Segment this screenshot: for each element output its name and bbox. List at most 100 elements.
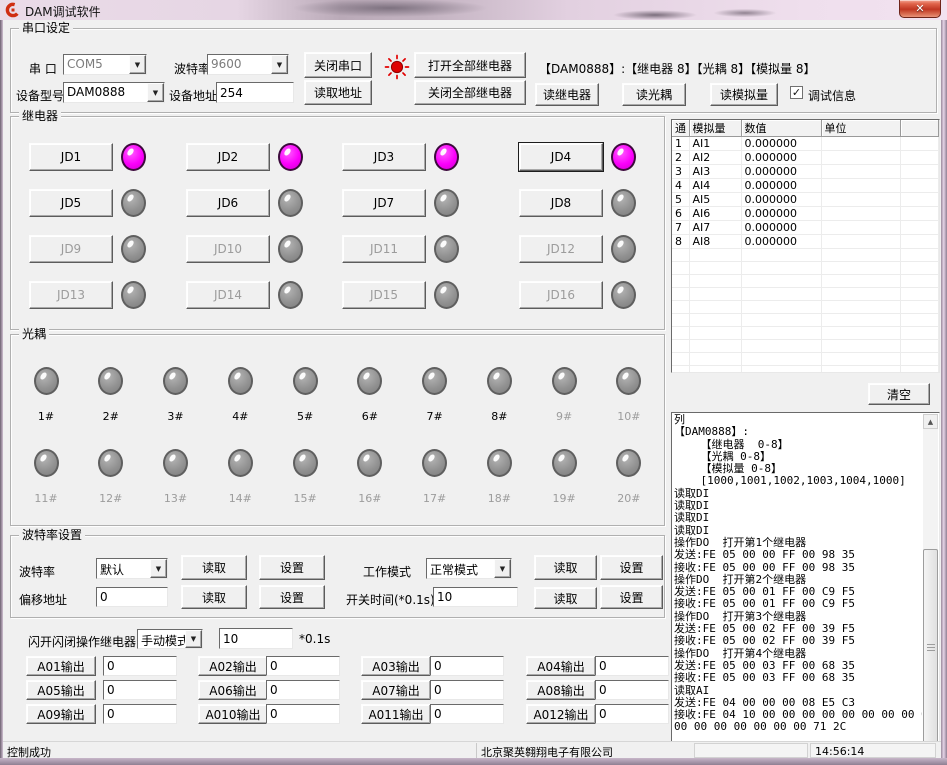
analog-row[interactable]: 3AI30.000000 [672, 165, 939, 179]
output-input-a02[interactable] [266, 656, 340, 676]
relay-button-jd16[interactable]: JD16 [519, 281, 603, 309]
relay-button-jd13[interactable]: JD13 [29, 281, 113, 309]
read-analog-button[interactable]: 读模拟量 [710, 83, 778, 106]
opto-group: 光耦 1# 2# 3# 4# 5# 6# 7# 8# 9# 10# 11# 12… [10, 334, 665, 526]
window-frame-right [941, 20, 947, 765]
open-all-relays-button[interactable]: 打开全部继电器 [414, 52, 526, 78]
scrollbar-thumb[interactable] [923, 549, 938, 746]
baud-select[interactable]: 默认 ▼ [96, 558, 168, 579]
scroll-up-button[interactable]: ▲ [923, 414, 938, 429]
device-model-select[interactable]: DAM0888 ▼ [63, 82, 165, 103]
read-address-button[interactable]: 读取地址 [304, 80, 372, 105]
relay-button-jd5[interactable]: JD5 [29, 189, 113, 217]
close-all-relays-button[interactable]: 关闭全部继电器 [414, 80, 526, 105]
output-input-a010[interactable] [266, 704, 340, 724]
analog-row[interactable]: 2AI20.000000 [672, 151, 939, 165]
relay-button-jd4[interactable]: JD4 [519, 143, 603, 171]
flash-mode-value: 手动模式 [138, 630, 185, 648]
baud-set-button[interactable]: 设置 [259, 555, 325, 580]
switch-time-set-button[interactable]: 设置 [600, 585, 663, 609]
work-mode-read-button[interactable]: 读取 [534, 555, 597, 580]
output-input-a09[interactable] [103, 704, 177, 724]
offset-address-input[interactable] [96, 587, 168, 607]
output-button-a05[interactable]: A05输出 [26, 680, 96, 700]
output-button-a01[interactable]: A01输出 [26, 656, 96, 676]
output-input-a06[interactable] [266, 680, 340, 700]
title-bar[interactable]: DAM调试软件 ✕ [0, 0, 947, 20]
output-button-a011[interactable]: A011输出 [361, 704, 431, 724]
relay-button-jd11[interactable]: JD11 [342, 235, 426, 263]
port-select[interactable]: COM5 ▼ [63, 54, 147, 75]
relay-button-jd9[interactable]: JD9 [29, 235, 113, 263]
relay-button-jd10[interactable]: JD10 [186, 235, 270, 263]
clear-log-button[interactable]: 清空 [868, 383, 930, 405]
log-scrollbar[interactable]: ▲ [923, 414, 938, 745]
chevron-down-icon[interactable]: ▼ [271, 55, 288, 74]
output-button-a04[interactable]: A04输出 [526, 656, 596, 676]
switch-time-read-button[interactable]: 读取 [534, 587, 597, 609]
chevron-down-icon[interactable]: ▼ [185, 630, 202, 648]
relay-lamp-9 [121, 235, 146, 263]
output-button-a07[interactable]: A07输出 [361, 680, 431, 700]
output-input-a07[interactable] [430, 680, 504, 700]
log-output[interactable]: 列 【DAM0888】: 【继电器 0-8】 【光耦 0-8】 【模拟量 0-8… [671, 412, 940, 747]
relay-button-jd12[interactable]: JD12 [519, 235, 603, 263]
output-button-a012[interactable]: A012输出 [526, 704, 596, 724]
relay-button-jd3[interactable]: JD3 [342, 143, 426, 171]
relay-button-jd8[interactable]: JD8 [519, 189, 603, 217]
opto-label: 5# [297, 410, 313, 423]
work-mode-select[interactable]: 正常模式 ▼ [426, 558, 512, 579]
chevron-down-icon[interactable]: ▼ [147, 83, 164, 102]
chevron-down-icon[interactable]: ▼ [150, 559, 167, 578]
output-button-a09[interactable]: A09输出 [26, 704, 96, 724]
baudrate-select[interactable]: 9600 ▼ [207, 54, 289, 75]
work-mode-value: 正常模式 [427, 559, 494, 578]
flash-time-input[interactable] [219, 628, 293, 649]
window-title: DAM调试软件 [25, 3, 101, 20]
output-input-a012[interactable] [595, 704, 669, 724]
close-port-button[interactable]: 关闭串口 [304, 52, 372, 78]
work-mode-set-button[interactable]: 设置 [600, 555, 663, 580]
output-input-a05[interactable] [103, 680, 177, 700]
relay-button-jd14[interactable]: JD14 [186, 281, 270, 309]
baudrate-select-value: 9600 [208, 55, 271, 74]
switch-time-input[interactable] [433, 587, 518, 607]
output-button-a08[interactable]: A08输出 [526, 680, 596, 700]
analog-row[interactable]: 4AI40.000000 [672, 179, 939, 193]
baud-read-button[interactable]: 读取 [181, 555, 247, 580]
analog-row[interactable]: 8AI80.000000 [672, 235, 939, 249]
output-input-a04[interactable] [595, 656, 669, 676]
analog-row[interactable]: 5AI50.000000 [672, 193, 939, 207]
output-input-a011[interactable] [430, 704, 504, 724]
relay-button-jd6[interactable]: JD6 [186, 189, 270, 217]
relay-button-jd7[interactable]: JD7 [342, 189, 426, 217]
log-line: 读取DI [674, 512, 922, 524]
analog-row[interactable]: 7AI70.000000 [672, 221, 939, 235]
output-button-a06[interactable]: A06输出 [198, 680, 268, 700]
relay-button-jd2[interactable]: JD2 [186, 143, 270, 171]
analog-table-header: 通 模拟量 数值 单位 [672, 120, 939, 137]
flash-mode-select[interactable]: 手动模式 ▼ [137, 629, 203, 649]
output-input-a01[interactable] [103, 656, 177, 676]
read-opto-button[interactable]: 读光耦 [622, 83, 686, 106]
output-input-a08[interactable] [595, 680, 669, 700]
relay-lamp-5 [121, 189, 146, 217]
chevron-down-icon[interactable]: ▼ [494, 559, 511, 578]
debug-info-checkbox[interactable]: ✓ [790, 86, 803, 99]
output-button-a010[interactable]: A010输出 [198, 704, 268, 724]
relay-button-jd1[interactable]: JD1 [29, 143, 113, 171]
device-address-input[interactable] [216, 82, 294, 103]
close-button[interactable]: ✕ [899, 0, 941, 18]
baudrate-label: 波特率 [174, 60, 210, 77]
chevron-down-icon[interactable]: ▼ [129, 55, 146, 74]
offset-read-button[interactable]: 读取 [181, 585, 247, 609]
analog-row[interactable]: 6AI60.000000 [672, 207, 939, 221]
offset-set-button[interactable]: 设置 [259, 585, 325, 609]
output-input-a03[interactable] [430, 656, 504, 676]
read-relay-button[interactable]: 读继电器 [535, 83, 599, 106]
output-button-a03[interactable]: A03输出 [361, 656, 431, 676]
relay-button-jd15[interactable]: JD15 [342, 281, 426, 309]
window-frame-bottom [0, 758, 947, 765]
analog-row[interactable]: 1AI10.000000 [672, 137, 939, 151]
output-button-a02[interactable]: A02输出 [198, 656, 268, 676]
